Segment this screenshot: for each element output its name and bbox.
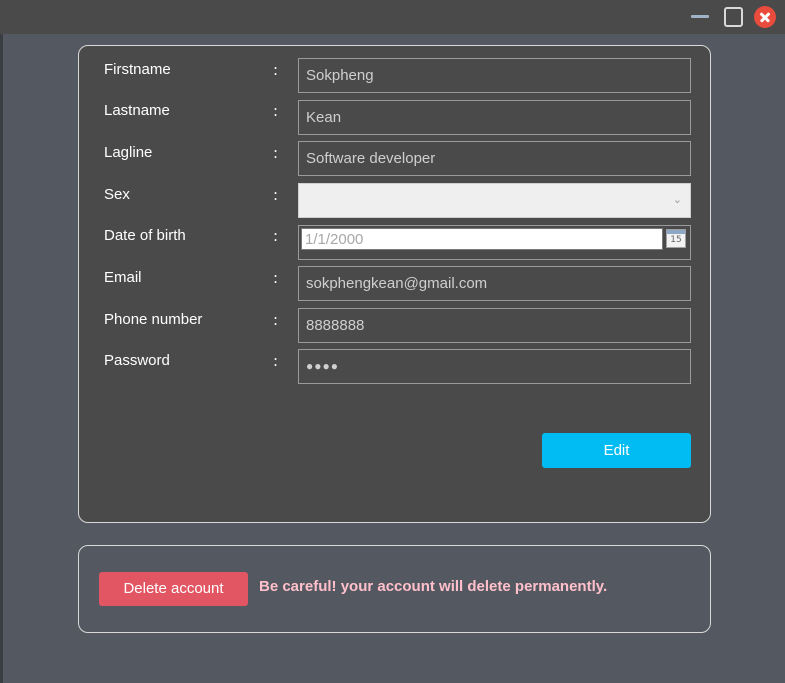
lagline-field[interactable]: Software developer [298,141,691,176]
password-field[interactable]: ●●●● [298,349,691,384]
sex-label: Sex [104,186,130,203]
edit-button[interactable]: Edit [542,433,691,468]
password-colon: : [273,352,279,370]
sex-select[interactable]: ⌄ [298,183,691,218]
lastname-label: Lastname [104,102,170,119]
delete-warning-text: Be careful! your account will delete per… [259,578,608,595]
lagline-colon: : [273,144,279,162]
lagline-label: Lagline [104,144,153,161]
lastname-field[interactable]: Kean [298,100,691,135]
firstname-field[interactable]: Sokpheng [298,58,691,93]
minimize-icon[interactable] [689,6,711,28]
date-of-birth-colon: : [273,227,279,245]
close-icon[interactable] [754,6,776,28]
date-of-birth-label: Date of birth [104,227,186,244]
chevron-down-icon: ⌄ [672,194,682,206]
delete-account-button[interactable]: Delete account [99,572,248,606]
window-edge [0,0,3,683]
title-bar [0,0,785,34]
firstname-label: Firstname [104,61,171,78]
sex-colon: : [273,186,279,204]
calendar-icon[interactable]: 15 [666,229,686,248]
password-label: Password [104,352,170,369]
email-field[interactable]: sokphengkean@gmail.com [298,266,691,301]
maximize-icon[interactable] [722,6,744,28]
email-label: Email [104,269,142,286]
firstname-colon: : [273,61,279,79]
calendar-day: 15 [670,235,682,245]
date-of-birth-input[interactable]: 1/1/2000 [301,228,663,250]
lastname-colon: : [273,102,279,120]
date-of-birth-picker: 1/1/2000 15 [298,225,691,260]
phone-number-label: Phone number [104,311,203,328]
email-colon: : [273,269,279,287]
phone-number-colon: : [273,311,279,329]
phone-number-field[interactable]: 8888888 [298,308,691,343]
